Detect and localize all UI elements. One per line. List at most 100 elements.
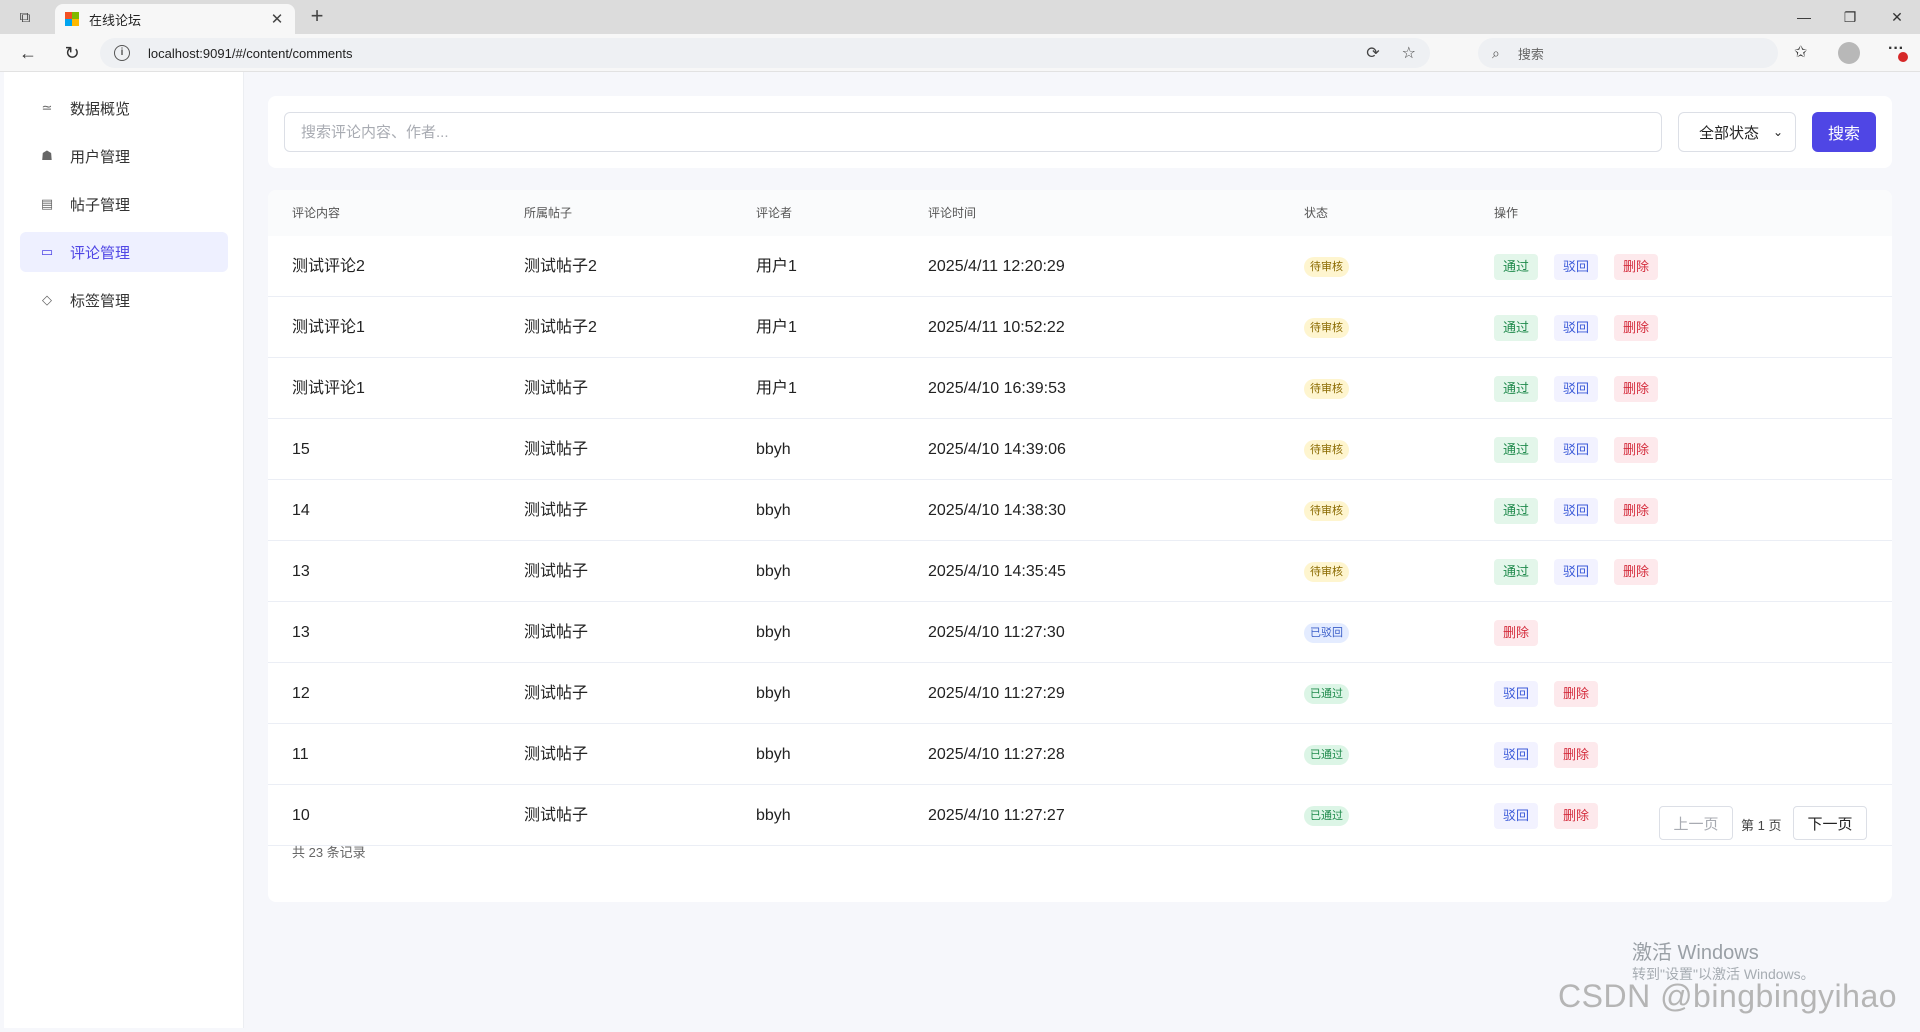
cell-time: 2025/4/10 11:27:27 xyxy=(928,807,1065,824)
approve-button[interactable]: 通过 xyxy=(1494,376,1539,402)
status-badge: 待审核 xyxy=(1304,440,1349,460)
table-row: 14 测试帖子 bbyh 2025/4/10 14:38:30 待审核 通过 驳回 删除 xyxy=(268,480,1892,541)
delete-button[interactable]: 删除 xyxy=(1554,742,1599,768)
delete-button[interactable]: 删除 xyxy=(1614,254,1659,280)
sidebar-item-dashboard[interactable]: ≃ 数据概览 xyxy=(20,88,228,128)
table-row: 测试评论1 测试帖子2 用户1 2025/4/11 10:52:22 待审核 通过 驳回 删除 xyxy=(268,297,1892,358)
reject-button[interactable]: 驳回 xyxy=(1494,681,1539,707)
cell-content: 测试评论2 xyxy=(292,258,365,275)
sidebar: ≃ 数据概览 ☗ 用户管理 ▤ 帖子管理 ▭ 评论管理 ◇ 标签管理 xyxy=(4,72,244,1028)
cell-time: 2025/4/11 12:20:29 xyxy=(928,258,1065,275)
cell-content: 12 xyxy=(292,685,310,702)
restore-icon[interactable]: ❐ xyxy=(1835,6,1865,28)
column-header-status: 状态 xyxy=(1304,206,1329,220)
cell-time: 2025/4/10 16:39:53 xyxy=(928,380,1066,397)
prev-page-button[interactable]: 上一页 xyxy=(1659,806,1733,840)
delete-button[interactable]: 删除 xyxy=(1494,620,1539,646)
sidebar-item-label: 数据概览 xyxy=(70,100,131,118)
cell-author: bbyh xyxy=(756,502,791,519)
delete-button[interactable]: 删除 xyxy=(1614,559,1659,585)
status-badge: 已通过 xyxy=(1304,806,1349,826)
column-header-author: 评论者 xyxy=(756,206,793,220)
cell-post: 测试帖子 xyxy=(524,380,589,397)
sidebar-item-posts[interactable]: ▤ 帖子管理 xyxy=(20,184,228,224)
reject-button[interactable]: 驳回 xyxy=(1554,254,1599,280)
reject-button[interactable]: 驳回 xyxy=(1554,315,1599,341)
refresh-icon[interactable]: ↻ xyxy=(60,41,84,65)
cell-post: 测试帖子 xyxy=(524,807,589,824)
cell-author: 用户1 xyxy=(756,319,797,336)
minimize-icon[interactable]: — xyxy=(1789,6,1819,28)
cell-post: 测试帖子 xyxy=(524,502,589,519)
approve-button[interactable]: 通过 xyxy=(1494,437,1539,463)
reject-button[interactable]: 驳回 xyxy=(1494,742,1539,768)
table-row: 12 测试帖子 bbyh 2025/4/10 11:27:29 已通过 驳回 删除 xyxy=(268,663,1892,724)
table-row: 10 测试帖子 bbyh 2025/4/10 11:27:27 已通过 驳回 删除 xyxy=(268,785,1892,846)
delete-button[interactable]: 删除 xyxy=(1614,376,1659,402)
sidebar-item-users[interactable]: ☗ 用户管理 xyxy=(20,136,228,176)
profile-avatar-icon[interactable] xyxy=(1838,42,1860,64)
address-bar[interactable]: i localhost:9091/#/content/comments ⟳ ☆ xyxy=(100,38,1430,68)
approve-button[interactable]: 通过 xyxy=(1494,254,1539,280)
browser-tab[interactable]: 在线论坛 ✕ xyxy=(55,4,295,34)
reject-button[interactable]: 驳回 xyxy=(1554,498,1599,524)
search-input[interactable] xyxy=(284,112,1662,152)
status-badge: 待审核 xyxy=(1304,318,1349,338)
document-icon: ▤ xyxy=(40,196,54,211)
column-header-actions: 操作 xyxy=(1494,206,1519,220)
delete-button[interactable]: 删除 xyxy=(1554,803,1599,829)
approve-button[interactable]: 通过 xyxy=(1494,315,1539,341)
read-aloud-icon[interactable]: ⟳ xyxy=(1366,43,1379,63)
tab-close-icon[interactable]: ✕ xyxy=(269,10,285,28)
status-select[interactable]: 全部状态 ⌄ xyxy=(1678,112,1796,152)
cell-author: 用户1 xyxy=(756,380,797,397)
reject-button[interactable]: 驳回 xyxy=(1554,437,1599,463)
approve-button[interactable]: 通过 xyxy=(1494,498,1539,524)
cell-time: 2025/4/10 14:39:06 xyxy=(928,441,1066,458)
status-badge: 待审核 xyxy=(1304,257,1349,277)
activate-windows-title: 激活 Windows xyxy=(1632,942,1759,964)
cell-content: 测试评论1 xyxy=(292,380,365,397)
reject-button[interactable]: 驳回 xyxy=(1494,803,1539,829)
table-row: 11 测试帖子 bbyh 2025/4/10 11:27:28 已通过 驳回 删除 xyxy=(268,724,1892,785)
column-header-time: 评论时间 xyxy=(928,206,977,220)
table-header: 评论内容 所属帖子 评论者 评论时间 状态 操作 xyxy=(268,190,1892,236)
search-button[interactable]: 搜索 xyxy=(1812,112,1876,152)
address-url[interactable]: localhost:9091/#/content/comments xyxy=(148,46,1344,61)
delete-button[interactable]: 删除 xyxy=(1554,681,1599,707)
delete-button[interactable]: 删除 xyxy=(1614,437,1659,463)
cell-post: 测试帖子2 xyxy=(524,319,597,336)
site-info-icon[interactable]: i xyxy=(114,45,130,61)
reject-button[interactable]: 驳回 xyxy=(1554,376,1599,402)
status-select-value: 全部状态 xyxy=(1699,124,1760,142)
status-badge: 已通过 xyxy=(1304,745,1349,765)
notification-dot xyxy=(1898,52,1908,62)
cell-author: bbyh xyxy=(756,441,791,458)
workspaces-icon[interactable]: ⧉ xyxy=(14,7,36,27)
cell-content: 14 xyxy=(292,502,310,519)
current-page: 第 1 页 xyxy=(1741,818,1782,833)
next-page-button[interactable]: 下一页 xyxy=(1793,806,1867,840)
delete-button[interactable]: 删除 xyxy=(1614,498,1659,524)
total-records: 共 23 条记录 xyxy=(292,845,366,860)
sidebar-item-label: 用户管理 xyxy=(70,148,131,166)
favorites-icon[interactable]: ✩ xyxy=(1794,42,1807,62)
cell-author: bbyh xyxy=(756,685,791,702)
cell-post: 测试帖子 xyxy=(524,624,589,641)
delete-button[interactable]: 删除 xyxy=(1614,315,1659,341)
new-tab-icon[interactable]: + xyxy=(305,5,329,29)
sidebar-item-tags[interactable]: ◇ 标签管理 xyxy=(20,280,228,320)
table-row: 13 测试帖子 bbyh 2025/4/10 14:35:45 待审核 通过 驳回 删除 xyxy=(268,541,1892,602)
favorite-star-icon[interactable]: ☆ xyxy=(1402,43,1416,63)
chevron-down-icon: ⌄ xyxy=(1772,125,1783,139)
cell-author: bbyh xyxy=(756,746,791,763)
back-arrow-icon[interactable]: ← xyxy=(16,41,40,65)
close-window-icon[interactable]: ✕ xyxy=(1882,6,1912,28)
reject-button[interactable]: 驳回 xyxy=(1554,559,1599,585)
cell-post: 测试帖子 xyxy=(524,746,589,763)
approve-button[interactable]: 通过 xyxy=(1494,559,1539,585)
cell-author: bbyh xyxy=(756,563,791,580)
cell-content: 15 xyxy=(292,441,310,458)
browser-search-box[interactable]: ⌕ 搜索 xyxy=(1478,38,1778,68)
sidebar-item-comments[interactable]: ▭ 评论管理 xyxy=(20,232,228,272)
